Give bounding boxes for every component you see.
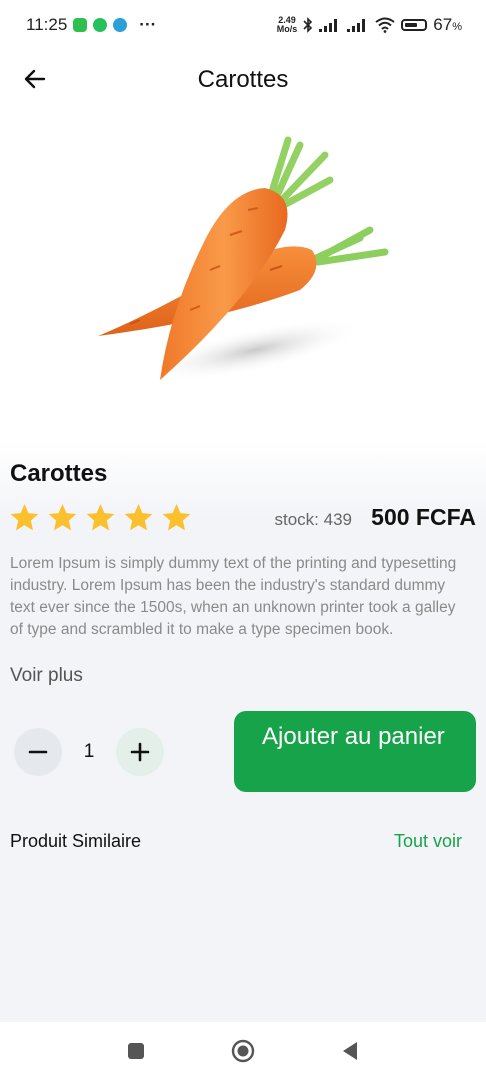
similar-products-title: Produit Similaire [10, 831, 142, 851]
star-icon [124, 503, 153, 531]
plus-icon [130, 742, 150, 762]
see-all-link[interactable]: Tout voir [394, 831, 462, 852]
back-button[interactable] [20, 64, 50, 94]
status-left: 11:25 ··· [26, 15, 156, 35]
product-name: Carottes [10, 460, 108, 487]
net-speed-unit: Mo/s [276, 24, 298, 34]
star-icon [10, 503, 39, 531]
battery-percent-value: 67 [433, 15, 453, 34]
app-bar: Carottes [0, 50, 486, 110]
minus-icon [28, 750, 48, 754]
quantity-stepper: 1 [14, 728, 164, 776]
status-right: 2.49 Mo/s 67% [277, 15, 462, 35]
arrow-left-icon [24, 69, 46, 89]
signal-icon-1 [319, 19, 338, 32]
add-to-cart-button[interactable]: Ajouter au panier [234, 711, 476, 792]
home-button[interactable] [231, 1039, 255, 1063]
system-nav-bar [0, 1022, 486, 1080]
whatsapp-icon [93, 18, 108, 32]
star-icon [48, 503, 77, 531]
net-speed: 2.49 Mo/s [277, 16, 298, 34]
recent-apps-icon [128, 1043, 144, 1059]
product-details: Carottes stock: 439 500 FCFA Lorem Ipsum… [0, 440, 486, 1022]
recent-apps-button[interactable] [127, 1042, 145, 1060]
product-image [0, 110, 486, 440]
star-icon [162, 503, 191, 531]
increment-button[interactable] [116, 728, 164, 776]
star-icon [86, 503, 115, 531]
status-bar: 11:25 ··· 2.49 Mo/s 67% [0, 0, 486, 50]
back-triangle-icon [343, 1042, 357, 1060]
page-title: Carottes [197, 66, 289, 93]
more-notifications: ··· [139, 15, 157, 34]
battery-icon [401, 19, 428, 31]
clock: 11:25 [26, 15, 68, 34]
back-nav-button[interactable] [341, 1041, 359, 1061]
product-description: Lorem Ipsum is simply dummy text of the … [10, 555, 457, 638]
wifi-icon [375, 17, 395, 33]
decrement-button[interactable] [14, 728, 62, 776]
battery-percent: 67% [433, 15, 462, 35]
stock-count: stock: 439 [274, 510, 353, 529]
product-price: 500 FCFA [371, 504, 476, 530]
quantity-value: 1 [83, 741, 95, 762]
see-more-link[interactable]: Voir plus [10, 665, 83, 687]
telegram-icon [113, 18, 128, 32]
rating-stars [9, 502, 192, 533]
bluetooth-icon [303, 17, 313, 33]
battery-level [405, 23, 418, 27]
battery-percent-suffix: % [452, 21, 462, 33]
signal-icon-2 [347, 19, 366, 32]
home-icon [231, 1039, 255, 1063]
messages-icon [73, 18, 88, 32]
carrot-photo [98, 136, 389, 382]
